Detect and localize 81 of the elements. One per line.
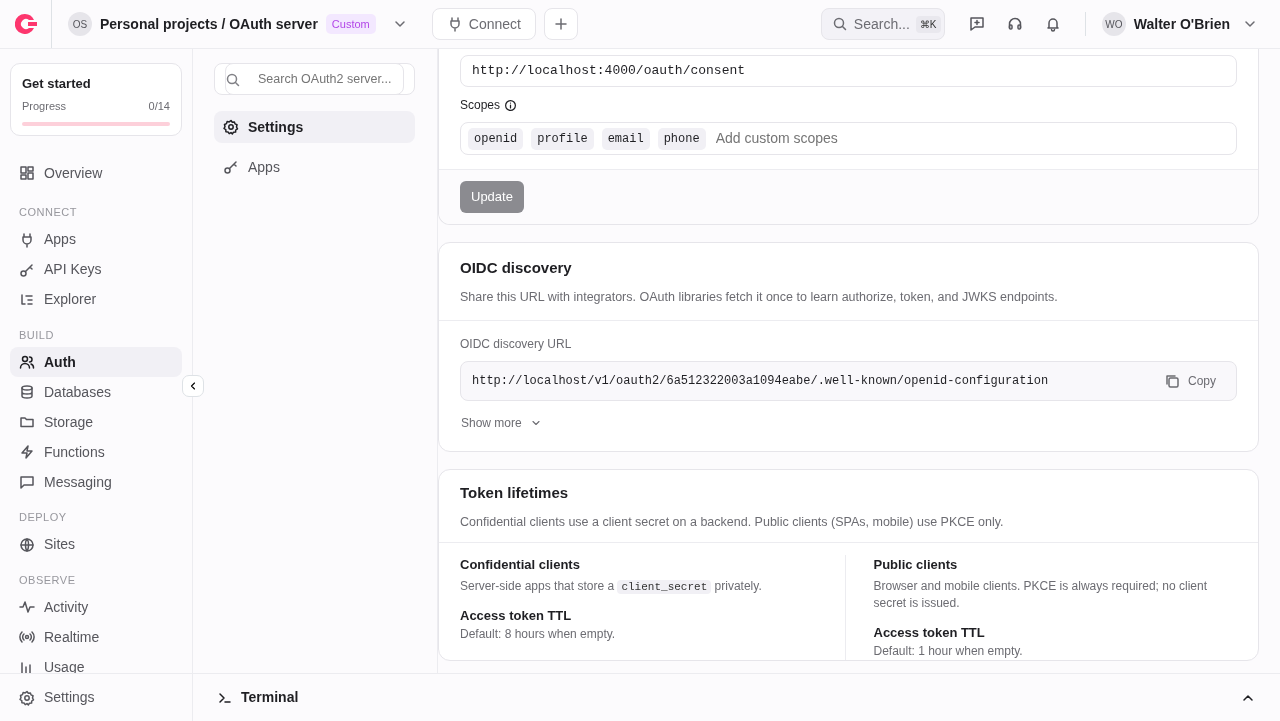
section-heading: BUILD xyxy=(18,327,55,343)
progress-label: Progress xyxy=(22,98,67,114)
copy-icon xyxy=(1164,373,1180,390)
copy-button[interactable]: Copy xyxy=(1155,367,1225,396)
sidebar-item[interactable]: Realtime xyxy=(10,622,182,652)
sidebar-item[interactable]: Sites xyxy=(10,529,182,560)
field-label: OIDC discovery URL xyxy=(460,336,573,354)
section-heading: CONNECT xyxy=(18,205,78,220)
url-field[interactable]: http://localhost:4000/oauth/consent xyxy=(460,55,1237,87)
users-icon xyxy=(19,354,35,370)
user-avatar[interactable]: WO xyxy=(1101,12,1126,36)
field-label: Access token TTL xyxy=(460,606,573,625)
add-button[interactable] xyxy=(543,8,578,40)
sidebar-item[interactable]: Messaging xyxy=(10,467,182,497)
card-description: Share this URL with integrators. OAuth libraries fetch it once to learn authorize, token, and JWKS endpoints. xyxy=(460,288,1059,306)
key-icon xyxy=(19,261,35,278)
column-title: Public clients xyxy=(873,555,959,574)
search-field[interactable]: Search... ⌘K xyxy=(820,8,945,40)
sidebar-item[interactable]: API Keys xyxy=(10,254,182,285)
user-name[interactable]: Walter O'Brien xyxy=(1133,13,1230,35)
bell-icon[interactable] xyxy=(1044,16,1061,32)
scope-chip[interactable]: email xyxy=(601,127,650,150)
get-started-card[interactable]: Get started Progress 0/14 xyxy=(10,63,182,136)
plan-badge: Custom xyxy=(325,13,376,35)
discovery-url: http://localhost/v1/oauth2/6a512322003a1094eabe/.well-known/openid-configuration xyxy=(472,373,1049,391)
search-field[interactable]: Search OAuth2 server... xyxy=(225,63,404,95)
sidebar-item[interactable]: Functions xyxy=(10,437,182,467)
activity-icon xyxy=(19,599,35,615)
logo-icon xyxy=(14,14,37,34)
connect-button[interactable]: Connect xyxy=(431,8,536,40)
folder-icon xyxy=(19,414,35,430)
search-icon xyxy=(831,16,848,32)
card-title: Token lifetimes xyxy=(460,483,570,504)
column-description: Browser and mobile clients. PKCE is always required; no client secret is issued. xyxy=(873,578,1208,613)
list-icon xyxy=(19,291,35,308)
column-description: Server-side apps that store a client_secret privately. xyxy=(460,578,763,596)
sidebar-item[interactable]: Apps xyxy=(10,224,182,255)
search-icon xyxy=(225,72,241,88)
plus-icon xyxy=(552,16,569,32)
section-heading: DEPLOY xyxy=(18,510,68,525)
gear-icon xyxy=(223,119,239,135)
sidebar-item[interactable]: Storage xyxy=(10,407,182,437)
field-label: Access token TTL xyxy=(873,623,986,642)
field-hint: Default: 1 hour when empty. xyxy=(873,644,1024,660)
feedback-icon[interactable] xyxy=(968,16,985,32)
speech-bubble-icon xyxy=(19,474,35,490)
card-description: Confidential clients use a client secret on a backend. Public clients (SPAs, mobile) use PKCE only. xyxy=(460,513,1005,531)
globe-icon xyxy=(19,536,35,553)
lightning-icon xyxy=(19,444,35,460)
info-icon[interactable] xyxy=(504,98,518,112)
project-breadcrumb[interactable]: Personal projects / OAuth server xyxy=(100,13,318,35)
progress-count: 0/14 xyxy=(148,98,170,114)
terminal-tab[interactable]: Terminal xyxy=(241,687,299,708)
sidebar-item[interactable]: Auth xyxy=(10,347,182,377)
field-label: Scopes xyxy=(460,97,501,114)
show-more-button[interactable]: Show more xyxy=(460,409,543,438)
collapse-button[interactable] xyxy=(182,375,204,397)
card-title: OIDC discovery xyxy=(460,258,573,278)
scope-chip[interactable]: phone xyxy=(657,127,706,150)
subnav-item[interactable]: Settings xyxy=(214,111,415,143)
plug-icon xyxy=(19,231,35,248)
subnav-item[interactable]: Apps xyxy=(214,151,415,183)
sidebar-item[interactable]: Activity xyxy=(10,592,182,622)
gear-icon xyxy=(19,689,35,706)
sidebar-item[interactable]: Settings xyxy=(10,682,182,713)
field-hint: Default: 8 hours when empty. xyxy=(460,627,617,644)
scope-chip[interactable]: profile xyxy=(531,127,594,150)
column-title: Confidential clients xyxy=(460,555,581,574)
database-icon xyxy=(19,384,35,400)
broadcast-icon xyxy=(19,629,35,645)
key-icon xyxy=(223,159,239,175)
get-started-title: Get started xyxy=(22,75,92,93)
sidebar-item[interactable]: Overview xyxy=(10,158,182,188)
grid-icon xyxy=(19,165,35,181)
sidebar-item[interactable]: Explorer xyxy=(10,284,182,315)
section-heading: OBSERVE xyxy=(18,572,77,588)
headphones-icon[interactable] xyxy=(1006,16,1023,32)
sidebar-item[interactable]: Databases xyxy=(10,377,182,407)
scopes-field[interactable]: openid profile email phone Add custom scopes xyxy=(460,122,1237,155)
scope-chip[interactable]: openid xyxy=(468,127,524,150)
org-avatar[interactable]: OS xyxy=(68,12,92,36)
